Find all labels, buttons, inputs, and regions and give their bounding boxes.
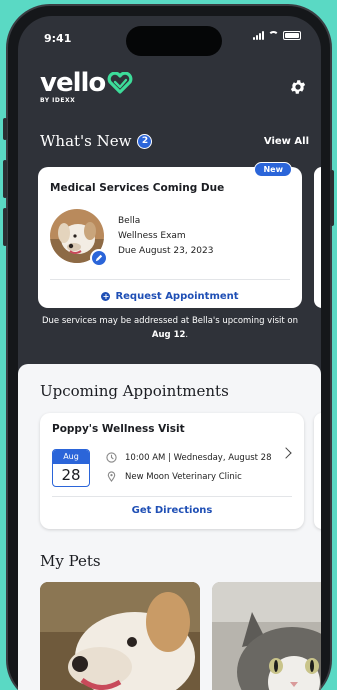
volume-up-button [3,160,7,198]
due-note-text: Due services may be addressed at Bella's… [41,316,298,326]
gear-icon[interactable] [289,78,307,96]
card-title: Medical Services Coming Due [50,182,225,194]
edit-icon[interactable] [90,249,108,267]
pet-card-dog[interactable] [40,582,200,690]
wifi-icon [268,31,279,39]
vello-heart-logo-icon [107,72,133,94]
brand-name: vello [40,68,106,98]
dog-photo [40,582,200,690]
battery-icon [283,30,301,40]
divider [52,496,292,497]
request-appointment-button[interactable]: + Request Appointment [38,291,302,302]
signal-icon [253,30,264,40]
pet-due-info: Bella Wellness Exam Due August 23, 2023 [118,214,213,259]
date-month: Aug [53,450,89,464]
mute-switch [3,118,7,140]
app-screen: 9:41 vello BY IDEXX What's New 2 View Al… [18,16,321,690]
pet-card-cat[interactable] [212,582,321,690]
appointment-title: Poppy's Wellness Visit [52,423,185,435]
clock-icon [106,452,117,463]
divider [50,279,290,280]
pet-name: Bella [118,216,141,226]
chevron-right-icon[interactable] [280,447,292,459]
status-icons [253,30,301,40]
location-pin-icon [107,471,116,482]
whats-new-heading: What's New 2 [40,132,153,150]
due-note-date: Aug 12 [151,330,186,340]
dynamic-island [126,26,222,56]
power-button [330,170,334,226]
whats-new-count-badge: 2 [137,133,153,149]
get-directions-button[interactable]: Get Directions [40,505,304,516]
plus-circle-icon: + [101,292,111,301]
next-card-peek[interactable] [314,167,321,308]
service-name: Wellness Exam [118,231,186,241]
due-note: Due services may be addressed at Bella's… [38,314,302,342]
request-appointment-label: Request Appointment [115,291,239,302]
brand-tagline: BY IDEXX [40,97,76,104]
brand-logo: vello BY IDEXX [40,68,133,104]
whats-new-title: What's New [40,132,132,150]
medical-services-card[interactable]: New Medical Services Coming Due Bella We… [38,162,302,308]
cat-photo [212,582,321,690]
upcoming-appointments-title: Upcoming Appointments [40,382,229,400]
volume-down-button [3,208,7,246]
new-badge: New [254,162,292,177]
date-day: 28 [61,466,81,484]
appointment-time-row: 10:00 AM | Wednesday, August 28 [106,452,272,463]
view-all-link[interactable]: View All [264,136,309,147]
appointment-time: 10:00 AM | Wednesday, August 28 [125,452,272,463]
appointment-card[interactable]: Poppy's Wellness Visit Aug 28 10:00 AM |… [40,413,304,529]
status-time: 9:41 [44,32,72,45]
next-appointment-peek[interactable] [314,413,321,529]
due-date: Due August 23, 2023 [118,246,214,256]
appointment-location-row: New Moon Veterinary Clinic [106,471,242,482]
my-pets-title: My Pets [40,552,101,570]
appointment-location: New Moon Veterinary Clinic [125,471,242,482]
date-badge: Aug 28 [52,449,90,487]
due-note-suffix: . [185,330,189,340]
